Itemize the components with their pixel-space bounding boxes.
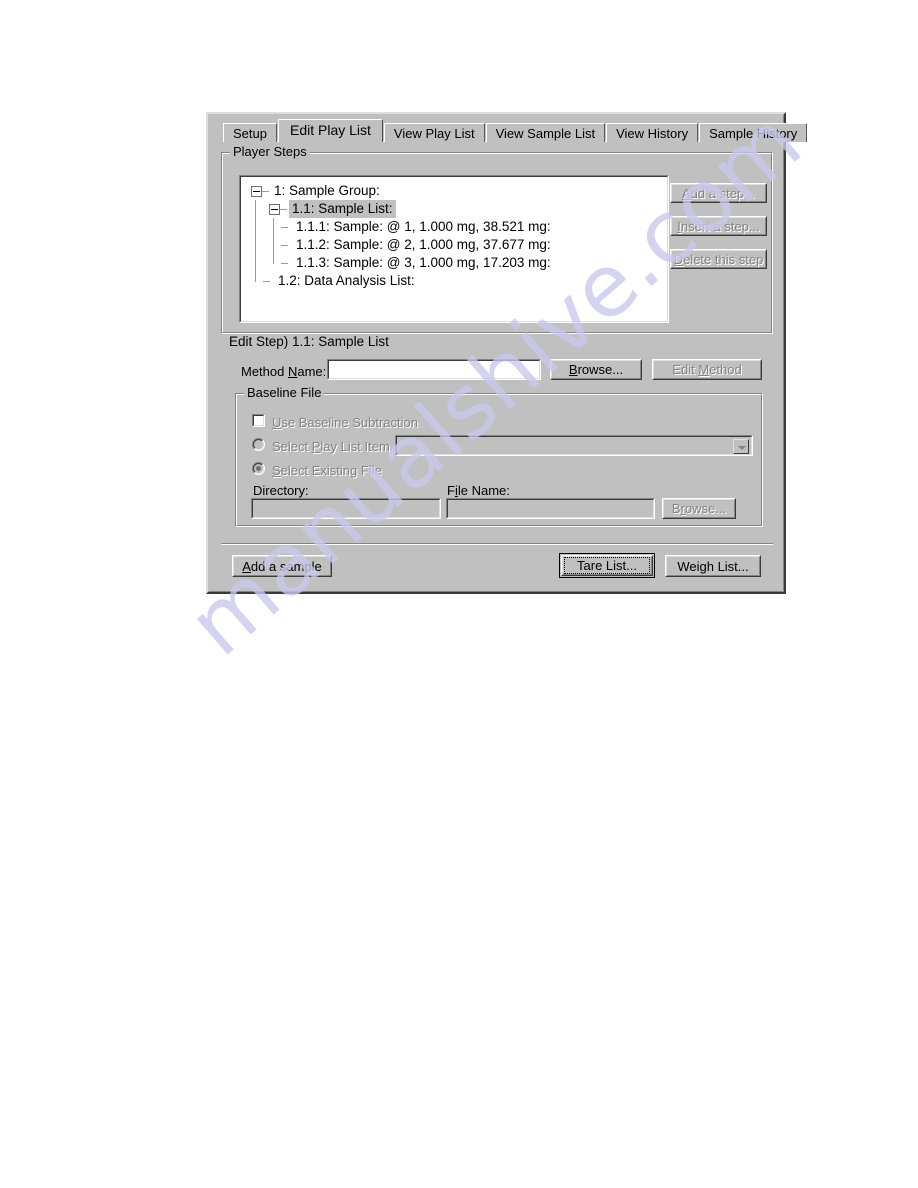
tree-connector: [263, 281, 270, 282]
tab-edit-play-list[interactable]: Edit Play List: [277, 119, 383, 142]
edit-play-list-dialog: Setup Edit Play List View Play List View…: [206, 112, 808, 594]
select-existing-file-label: Select Existing File: [272, 463, 382, 478]
tab-view-history[interactable]: View History: [606, 123, 699, 142]
select-existing-file-radio[interactable]: [252, 462, 265, 475]
tab-edit-play-list-label: Edit Play List: [289, 122, 371, 138]
baseline-browse-button[interactable]: Browse...: [662, 498, 736, 519]
tree-connector: [255, 254, 256, 272]
edit-method-label: Edit Method: [672, 362, 742, 377]
insert-a-step-label: Insert a step...: [677, 218, 760, 234]
tabstrip: Setup Edit Play List View Play List View…: [223, 119, 808, 142]
tree-connector: [273, 254, 274, 264]
add-a-step-button[interactable]: Add a step...: [670, 183, 767, 203]
tab-view-sample-list-label: View Sample List: [495, 126, 596, 141]
edit-method-button[interactable]: Edit Method: [652, 359, 762, 380]
tree-connector: [262, 191, 269, 192]
tree-node-data-analysis-list[interactable]: 1.2: Data Analysis List:: [241, 272, 667, 290]
player-steps-title: Player Steps: [230, 145, 310, 159]
tree-node-label: 1.2: Data Analysis List:: [278, 273, 415, 288]
tree-connector: [281, 227, 288, 228]
play-list-item-combo[interactable]: [395, 435, 753, 456]
tree-node-sample-list[interactable]: 1.1: Sample List:: [241, 200, 667, 218]
method-name-input[interactable]: [327, 359, 541, 380]
baseline-file-title: Baseline File: [244, 386, 325, 400]
tree-node-sample-3[interactable]: 1.1.3: Sample: @ 3, 1.000 mg, 17.203 mg:: [241, 254, 667, 272]
weigh-list-button[interactable]: Weigh List...: [665, 555, 761, 577]
chevron-down-icon[interactable]: [733, 439, 749, 454]
edit-step-header: Edit Step) 1.1: Sample List: [229, 334, 389, 349]
tree-node-label: 1.1.3: Sample: @ 3, 1.000 mg, 17.203 mg:: [296, 255, 551, 270]
tree-connector: [273, 218, 274, 236]
tree-connector: [281, 245, 288, 246]
tab-view-play-list[interactable]: View Play List: [383, 123, 485, 142]
tree-connector: [255, 272, 256, 282]
tab-view-history-label: View History: [616, 126, 689, 141]
method-browse-button[interactable]: Browse...: [550, 359, 642, 380]
directory-input[interactable]: [251, 498, 441, 519]
file-name-label: File Name:: [447, 483, 510, 498]
insert-a-step-button[interactable]: Insert a step...: [670, 216, 767, 236]
tab-sample-history[interactable]: Sample History: [699, 123, 808, 142]
use-baseline-subtraction-checkbox[interactable]: [252, 414, 265, 427]
tree-connector: [255, 218, 256, 236]
player-steps-tree[interactable]: 1: Sample Group: 1.1: Sample List: 1.1.1…: [239, 175, 669, 323]
delete-this-step-label: Delete this step: [673, 251, 764, 267]
tree-connector: [255, 236, 256, 254]
weigh-list-label: Weigh List...: [677, 558, 749, 574]
expander-icon[interactable]: [251, 186, 262, 197]
add-a-step-label: Add a step...: [682, 185, 755, 201]
tree-connector: [281, 263, 288, 264]
footer-separator: [221, 543, 773, 545]
tab-view-play-list-label: View Play List: [393, 126, 475, 141]
tree-node-label: 1.1.2: Sample: @ 2, 1.000 mg, 37.677 mg:: [296, 237, 551, 252]
expander-icon[interactable]: [269, 204, 280, 215]
tree-node-sample-1[interactable]: 1.1.1: Sample: @ 1, 1.000 mg, 38.521 mg:: [241, 218, 667, 236]
tree-connector: [280, 209, 287, 210]
tree-node-sample-2[interactable]: 1.1.2: Sample: @ 2, 1.000 mg, 37.677 mg:: [241, 236, 667, 254]
method-browse-label: Browse...: [568, 362, 624, 377]
tab-setup-label: Setup: [233, 126, 267, 141]
tree-node-label: 1.1.1: Sample: @ 1, 1.000 mg, 38.521 mg:: [296, 219, 551, 234]
tab-setup[interactable]: Setup: [223, 123, 277, 142]
use-baseline-subtraction-label: Use Baseline Subtraction: [272, 415, 418, 430]
dialog-client-area: Setup Edit Play List View Play List View…: [208, 114, 808, 592]
add-a-sample-label: Add a sample: [242, 558, 322, 574]
tare-list-button[interactable]: Tare List...: [559, 553, 655, 578]
tab-view-sample-list[interactable]: View Sample List: [485, 123, 606, 142]
add-a-sample-button[interactable]: Add a sample: [232, 555, 332, 577]
tree-connector: [255, 200, 256, 218]
tree-connector: [273, 236, 274, 254]
tree-node-label: 1: Sample Group:: [274, 183, 380, 198]
select-play-list-item-label: Select Play List Item: [272, 439, 390, 454]
method-name-label: Method Name:: [241, 364, 327, 379]
tree-node-label: 1.1: Sample List:: [289, 200, 396, 218]
baseline-browse-label: Browse...: [671, 501, 727, 516]
tree-node-sample-group[interactable]: 1: Sample Group:: [241, 182, 667, 200]
tab-sample-history-label: Sample History: [709, 126, 798, 141]
delete-this-step-button[interactable]: Delete this step: [670, 249, 767, 269]
file-name-input[interactable]: [446, 498, 655, 519]
directory-label: Directory:: [253, 483, 309, 498]
select-play-list-item-radio[interactable]: [252, 438, 265, 451]
